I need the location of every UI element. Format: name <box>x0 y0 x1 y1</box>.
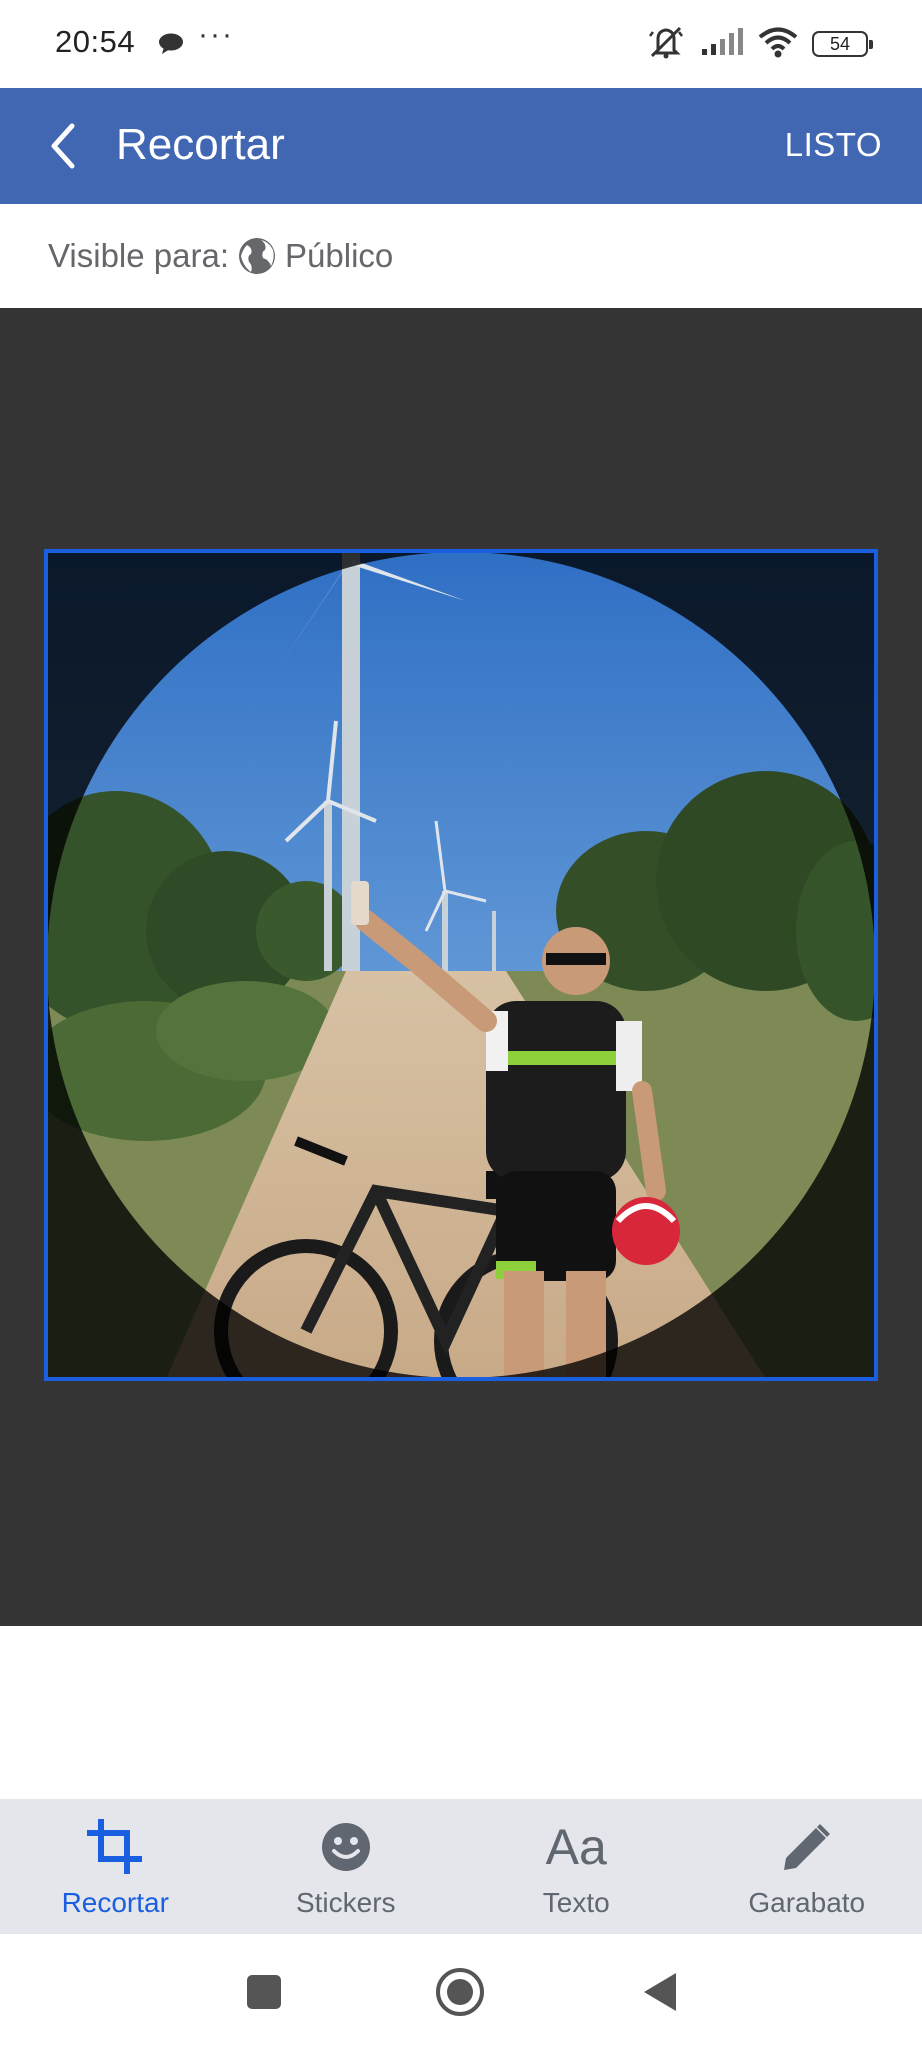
tool-crop-label: Recortar <box>61 1887 169 1918</box>
back-triangle-icon <box>644 1973 676 2011</box>
tool-doodle-label: Garabato <box>748 1887 866 1918</box>
home-circle-icon <box>436 1968 484 2016</box>
visibility-row: Visible para: Público <box>0 204 922 308</box>
tool-text[interactable]: Aa Texto <box>461 1799 692 1934</box>
editor-toolbar: Recortar Stickers Aa Texto Garabato <box>0 1799 922 1934</box>
page-title: Recortar <box>116 120 285 169</box>
status-bar: 20:54 ··· 54 <box>0 0 922 88</box>
text-aa-icon: Aa <box>545 1819 607 1875</box>
recents-button[interactable] <box>236 1964 292 2020</box>
done-button[interactable]: LISTO <box>785 126 882 164</box>
system-nav-bar <box>0 1934 922 2048</box>
mute-icon <box>646 24 686 65</box>
back-button[interactable] <box>30 114 94 178</box>
tool-doodle[interactable]: Garabato <box>692 1799 922 1934</box>
tool-stickers-label: Stickers <box>295 1887 396 1918</box>
tool-crop[interactable]: Recortar <box>0 1799 231 1934</box>
tool-text-label: Texto <box>542 1887 610 1918</box>
editor-canvas <box>0 308 922 1626</box>
pencil-icon <box>777 1819 837 1875</box>
chat-bubble-icon <box>158 33 184 55</box>
app-bar: Recortar LISTO <box>0 88 922 204</box>
recents-square-icon <box>247 1975 281 2009</box>
battery-icon: 54 <box>812 31 873 57</box>
signal-icon <box>700 27 744 62</box>
wifi-icon <box>758 26 798 63</box>
smiley-icon <box>316 1819 376 1875</box>
status-more-indicator: ··· <box>198 18 234 51</box>
home-button[interactable] <box>432 1964 488 2020</box>
chevron-left-icon <box>51 123 75 169</box>
audience-selector[interactable]: Público <box>285 237 393 275</box>
tool-stickers[interactable]: Stickers <box>231 1799 462 1934</box>
globe-icon <box>237 236 277 276</box>
crop-frame[interactable] <box>44 549 878 1381</box>
battery-level: 54 <box>829 33 851 54</box>
text-aa-glyph: Aa <box>545 1819 607 1875</box>
system-back-button[interactable] <box>632 1964 688 2020</box>
crop-icon <box>85 1819 145 1875</box>
visibility-label: Visible para: <box>48 237 230 274</box>
status-time: 20:54 <box>55 24 136 59</box>
status-icons: 54 <box>646 24 873 65</box>
